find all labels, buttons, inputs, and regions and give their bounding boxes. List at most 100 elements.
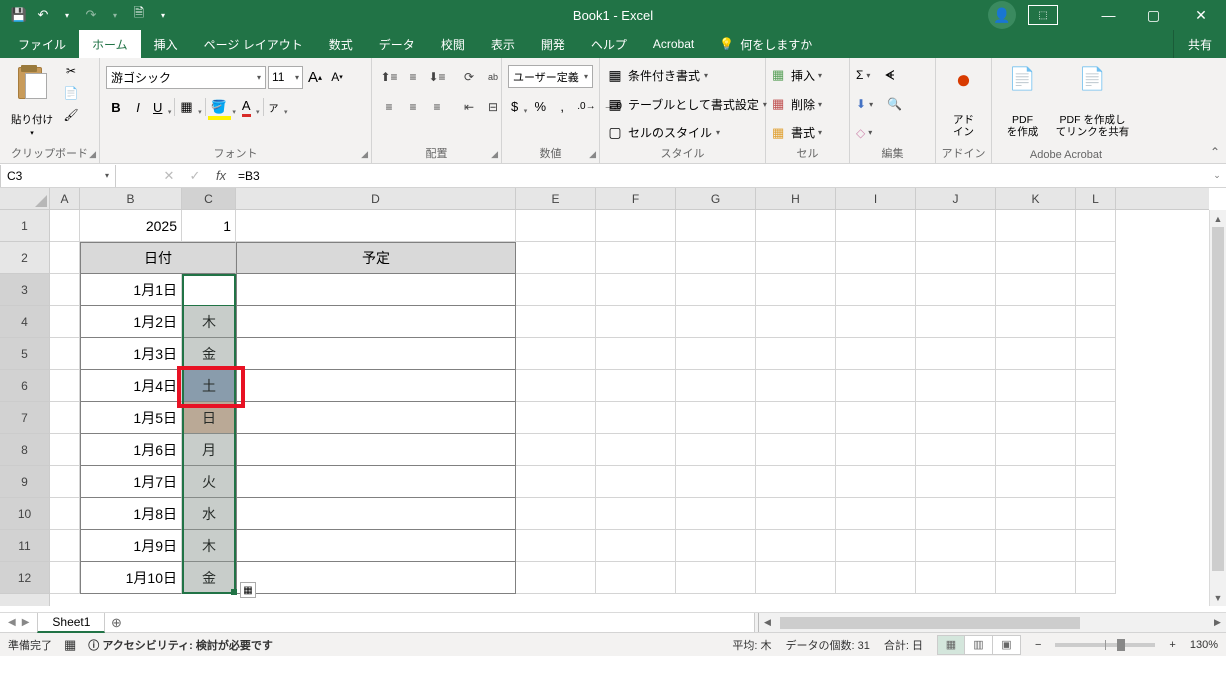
minimize-button[interactable]: — [1086, 0, 1131, 30]
cell[interactable] [1076, 242, 1116, 274]
cell[interactable] [1076, 306, 1116, 338]
align-right-icon[interactable]: ≡ [426, 97, 448, 117]
cell[interactable] [676, 210, 756, 242]
cell[interactable] [676, 498, 756, 530]
cell[interactable] [50, 274, 80, 306]
col-header[interactable]: K [996, 188, 1076, 209]
cell[interactable] [1076, 562, 1116, 594]
cell[interactable] [916, 562, 996, 594]
align-middle-icon[interactable]: ≡ [402, 67, 424, 87]
cell[interactable] [516, 306, 596, 338]
col-header[interactable]: C [182, 188, 236, 209]
collapse-ribbon-icon[interactable]: ⌃ [1210, 145, 1220, 159]
cell[interactable] [516, 562, 596, 594]
col-header[interactable]: L [1076, 188, 1116, 209]
maximize-button[interactable]: ▢ [1131, 0, 1176, 30]
expand-formula-bar-icon[interactable]: ⌄ [1208, 170, 1226, 181]
horizontal-scrollbar[interactable]: ◀ ▶ [755, 613, 1226, 632]
cell[interactable] [236, 338, 516, 370]
row-header[interactable]: 12 [0, 562, 49, 594]
row-header[interactable]: 1 [0, 210, 49, 242]
view-normal-icon[interactable]: ▦ [937, 635, 965, 655]
cell[interactable] [836, 338, 916, 370]
autosum-button[interactable]: Σ ▾ ᗛ [856, 63, 895, 88]
redo-dd-icon[interactable]: ▾ [106, 6, 124, 24]
scroll-left-icon[interactable]: ◀ [759, 617, 776, 628]
underline-button[interactable]: U [150, 96, 172, 118]
align-center-icon[interactable]: ≡ [402, 97, 424, 117]
cell[interactable] [1076, 402, 1116, 434]
cell[interactable]: 1月6日 [80, 434, 182, 466]
sheet-nav-prev-icon[interactable]: ◀ [8, 617, 16, 628]
font-size-dropdown[interactable]: 11▾ [268, 66, 303, 89]
tab-acrobat[interactable]: Acrobat [640, 30, 707, 58]
cell[interactable] [596, 338, 676, 370]
cell[interactable]: 金 [182, 562, 236, 594]
row-header[interactable]: 8 [0, 434, 49, 466]
merge-center-icon[interactable]: ⊟ [482, 97, 504, 117]
cut-icon[interactable]: ✂ [62, 61, 80, 81]
name-box[interactable]: C3 ▾ [0, 165, 116, 187]
cell[interactable] [236, 562, 516, 594]
align-top-icon[interactable]: ⬆≡ [378, 67, 400, 87]
tab-insert[interactable]: 挿入 [141, 30, 191, 58]
cell[interactable] [916, 338, 996, 370]
number-launcher-icon[interactable]: ◢ [589, 149, 596, 160]
cell[interactable] [916, 306, 996, 338]
cell[interactable]: 水 [182, 498, 236, 530]
cell[interactable] [836, 370, 916, 402]
cell[interactable] [596, 242, 676, 274]
cell[interactable] [516, 466, 596, 498]
addins-button[interactable]: ● アド イン [942, 61, 985, 141]
cell[interactable]: 金 [182, 338, 236, 370]
cell[interactable] [1076, 338, 1116, 370]
cell[interactable] [50, 530, 80, 562]
cell[interactable]: 1月5日 [80, 402, 182, 434]
cell[interactable] [756, 338, 836, 370]
tab-page-layout[interactable]: ページ レイアウト [191, 30, 316, 58]
cell[interactable] [516, 370, 596, 402]
enter-formula-icon[interactable]: ✓ [182, 164, 208, 187]
format-cells-button[interactable]: ▦書式 ▾ [772, 120, 822, 145]
cell[interactable]: 1月1日 [80, 274, 182, 306]
cell[interactable]: 1月2日 [80, 306, 182, 338]
cell[interactable] [50, 242, 80, 274]
cell[interactable] [236, 498, 516, 530]
cell[interactable] [1076, 274, 1116, 306]
cell[interactable] [676, 562, 756, 594]
tab-formulas[interactable]: 数式 [316, 30, 366, 58]
cell[interactable] [916, 498, 996, 530]
sort-filter-icon[interactable]: ᗛ [884, 67, 894, 84]
cell[interactable] [50, 306, 80, 338]
cell[interactable] [676, 274, 756, 306]
tab-home[interactable]: ホーム [79, 30, 141, 58]
zoom-out-icon[interactable]: − [1035, 639, 1041, 651]
accounting-format-icon[interactable]: $ [508, 95, 528, 117]
comma-format-icon[interactable]: , [552, 95, 572, 117]
select-all-corner[interactable] [0, 188, 50, 209]
tab-review[interactable]: 校閲 [428, 30, 478, 58]
cell[interactable] [996, 242, 1076, 274]
cell[interactable] [516, 210, 596, 242]
tab-file[interactable]: ファイル [5, 30, 79, 58]
cell[interactable] [236, 530, 516, 562]
cell[interactable] [756, 210, 836, 242]
clipboard-launcher-icon[interactable]: ◢ [89, 149, 96, 160]
insert-cells-button[interactable]: ▦挿入 ▾ [772, 63, 822, 88]
cell[interactable] [1076, 434, 1116, 466]
row-header[interactable]: 10 [0, 498, 49, 530]
zoom-in-icon[interactable]: + [1169, 639, 1175, 651]
cell[interactable]: 木 [182, 530, 236, 562]
cell[interactable]: 木 [182, 306, 236, 338]
align-bottom-icon[interactable]: ⬇≡ [426, 67, 448, 87]
row-header[interactable]: 2 [0, 242, 49, 274]
cell[interactable] [836, 466, 916, 498]
cell[interactable] [50, 402, 80, 434]
ribbon-display-icon[interactable]: ⬚ [1028, 5, 1058, 25]
cell[interactable] [596, 466, 676, 498]
cell[interactable] [50, 434, 80, 466]
cell[interactable] [236, 434, 516, 466]
cell[interactable]: 火 [182, 466, 236, 498]
col-header[interactable]: B [80, 188, 182, 209]
cell[interactable] [596, 530, 676, 562]
